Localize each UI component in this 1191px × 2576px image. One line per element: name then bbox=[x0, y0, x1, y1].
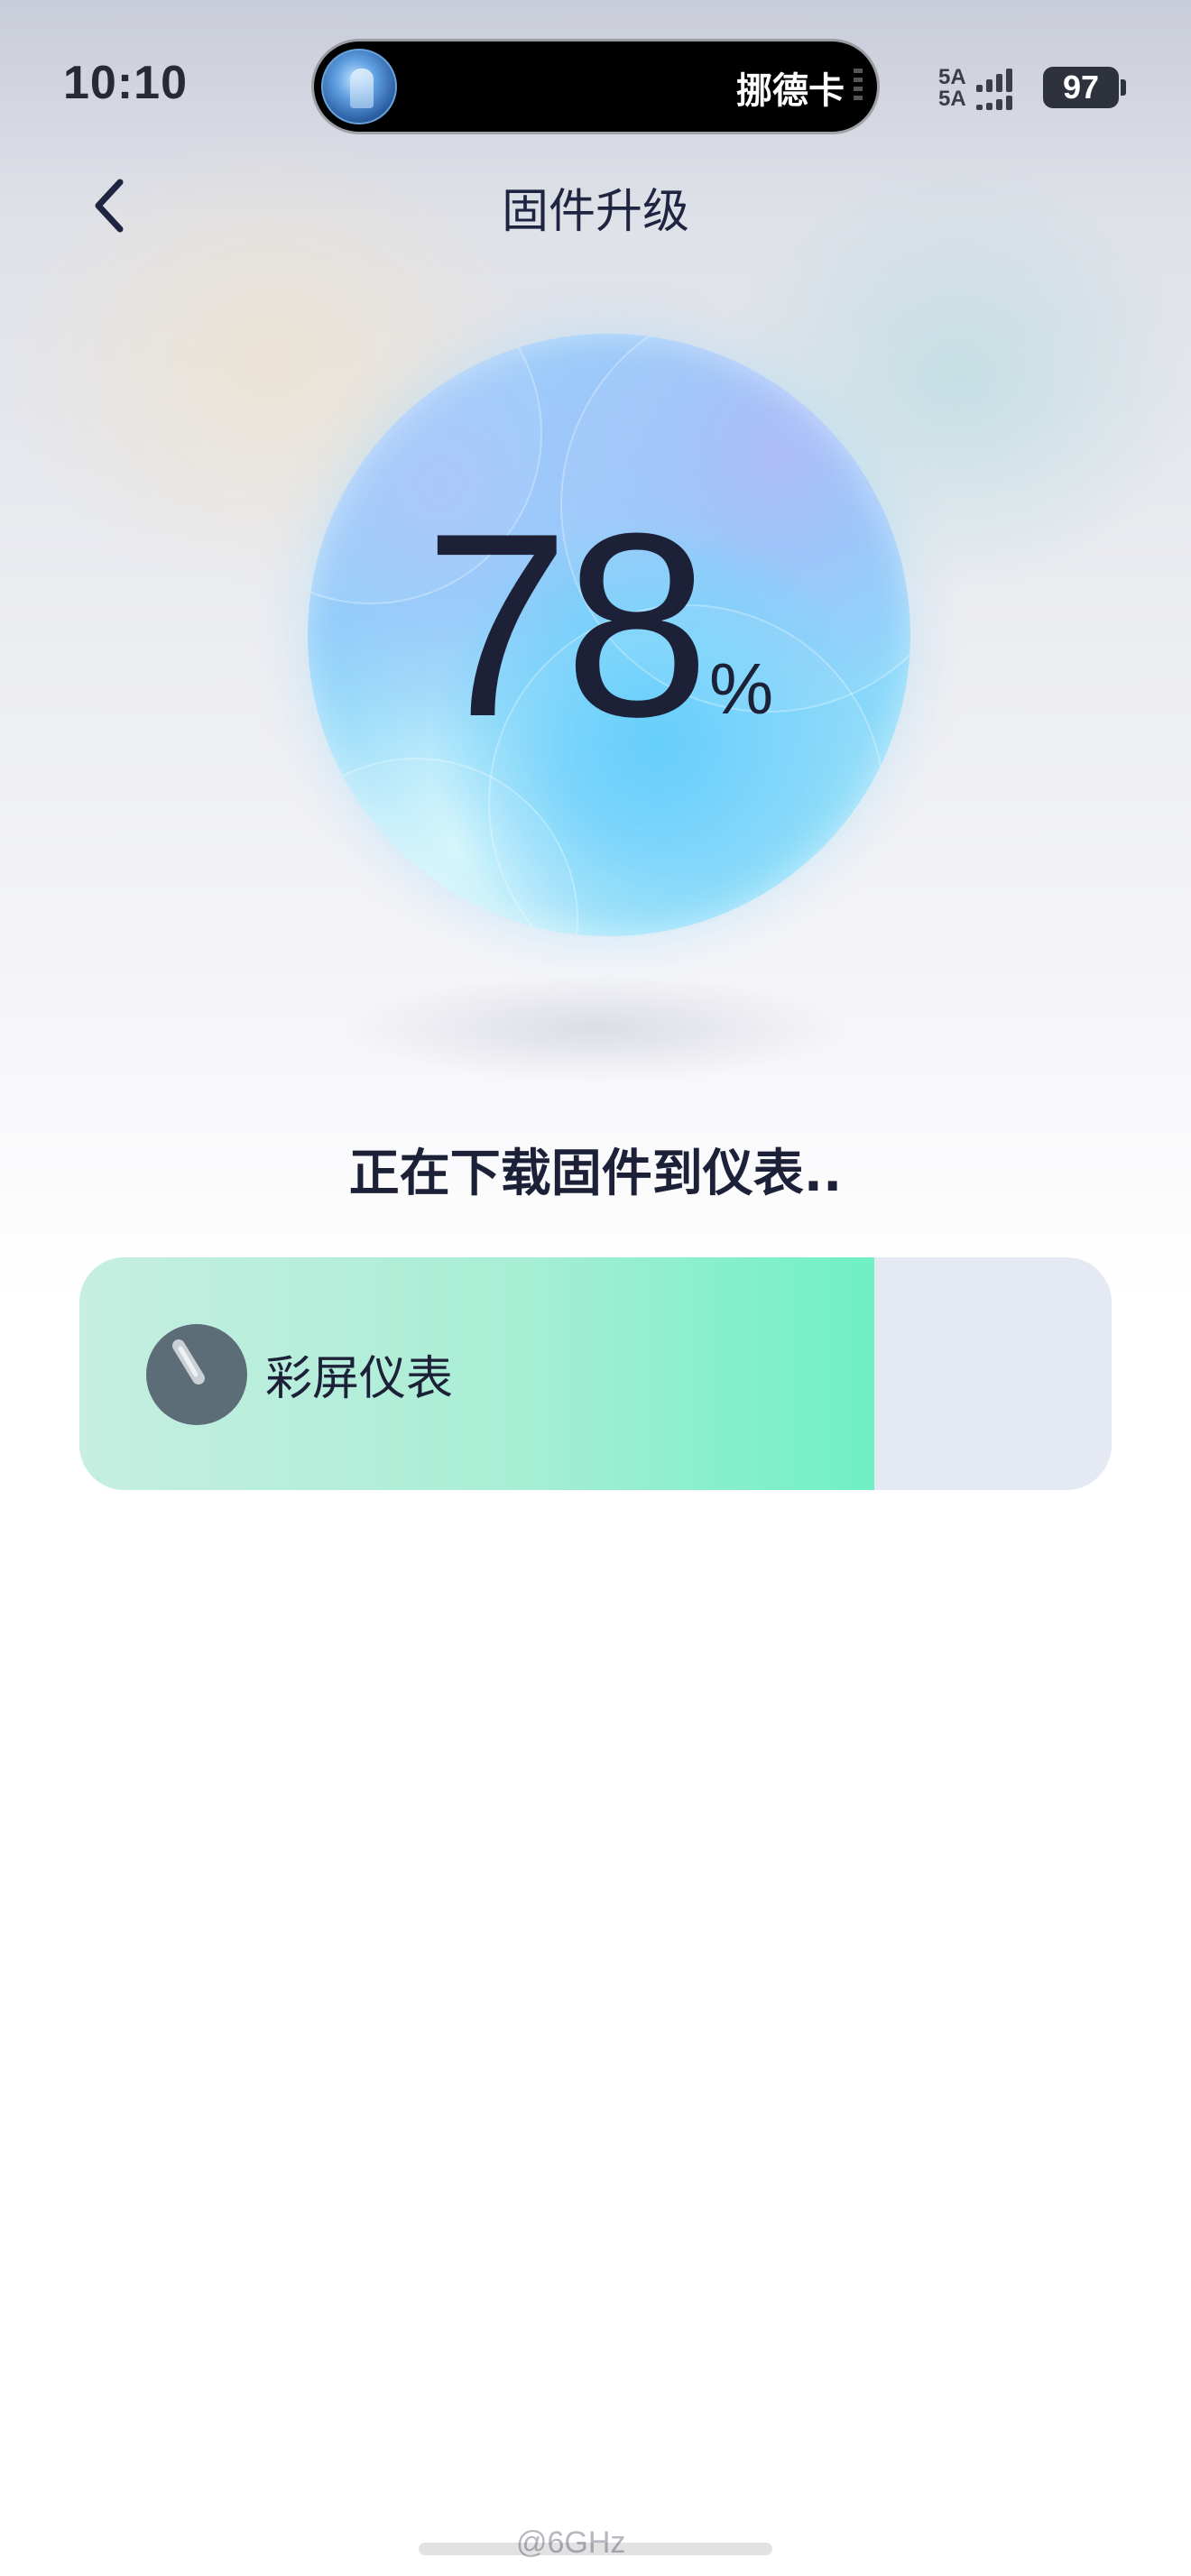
download-status-text: 正在下载固件到仪表.. bbox=[348, 1145, 843, 1203]
progress-percent-value: 78 bbox=[424, 479, 710, 771]
network-type-bottom: 5A bbox=[938, 87, 966, 111]
home-indicator[interactable] bbox=[419, 2543, 772, 2555]
page-title: 固件升级 bbox=[501, 185, 689, 239]
gauge-icon bbox=[146, 1324, 247, 1425]
island-track-title: 挪德卡 bbox=[736, 70, 845, 112]
network-type-labels: 5A 5A bbox=[938, 67, 966, 110]
music-artwork-icon bbox=[321, 49, 397, 124]
status-time: 10:10 bbox=[63, 57, 188, 109]
dynamic-island[interactable]: 挪德卡 bbox=[314, 41, 877, 132]
device-progress-card: 彩屏仪表 bbox=[79, 1257, 1112, 1490]
network-type-top: 5A bbox=[938, 65, 966, 89]
battery-indicator: 97 bbox=[1043, 67, 1119, 108]
device-name-label: 彩屏仪表 bbox=[265, 1352, 454, 1406]
island-waveform-icon bbox=[854, 69, 863, 105]
signal-strength-icon bbox=[976, 69, 1030, 110]
progress-percent-sign: % bbox=[709, 649, 774, 729]
orb-shadow bbox=[343, 974, 848, 1082]
battery-tip-icon bbox=[1121, 79, 1126, 96]
